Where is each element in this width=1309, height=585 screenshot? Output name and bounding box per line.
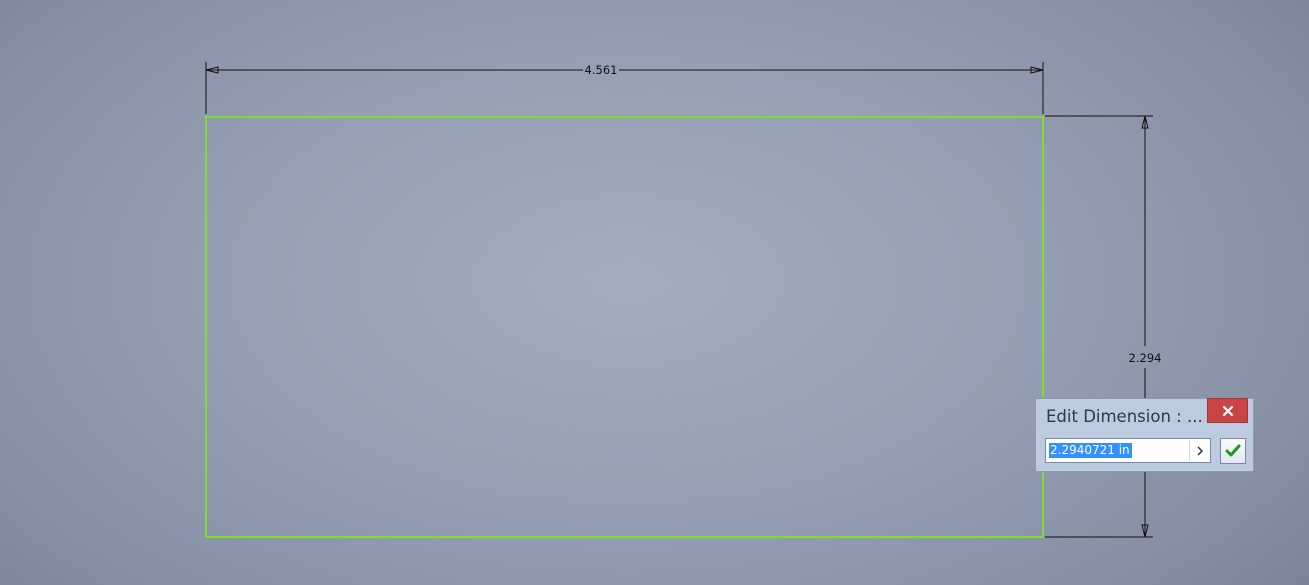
- sketch-graphics: 4.561 2.294: [205, 62, 1162, 538]
- edit-dimension-dialog: Edit Dimension : ... 2.2940721 in: [1035, 398, 1254, 472]
- chevron-right-icon: [1197, 445, 1204, 456]
- horizontal-dimension-value[interactable]: 4.561: [585, 63, 618, 77]
- expand-options-button[interactable]: [1189, 440, 1210, 461]
- close-button[interactable]: [1207, 398, 1248, 423]
- sketch-rectangle[interactable]: [205, 116, 1044, 538]
- dialog-title: Edit Dimension : ...: [1046, 407, 1203, 426]
- dimension-value-field[interactable]: 2.2940721 in: [1045, 438, 1211, 463]
- dimension-value-input[interactable]: 2.2940721 in: [1049, 443, 1132, 458]
- checkmark-icon: [1225, 444, 1241, 457]
- close-x-icon: [1222, 405, 1233, 416]
- vertical-dimension-value[interactable]: 2.294: [1129, 351, 1162, 365]
- sketch-canvas[interactable]: 4.561 2.294 Edit Dimension : ... 2.29407…: [0, 0, 1309, 585]
- accept-button[interactable]: [1220, 438, 1246, 464]
